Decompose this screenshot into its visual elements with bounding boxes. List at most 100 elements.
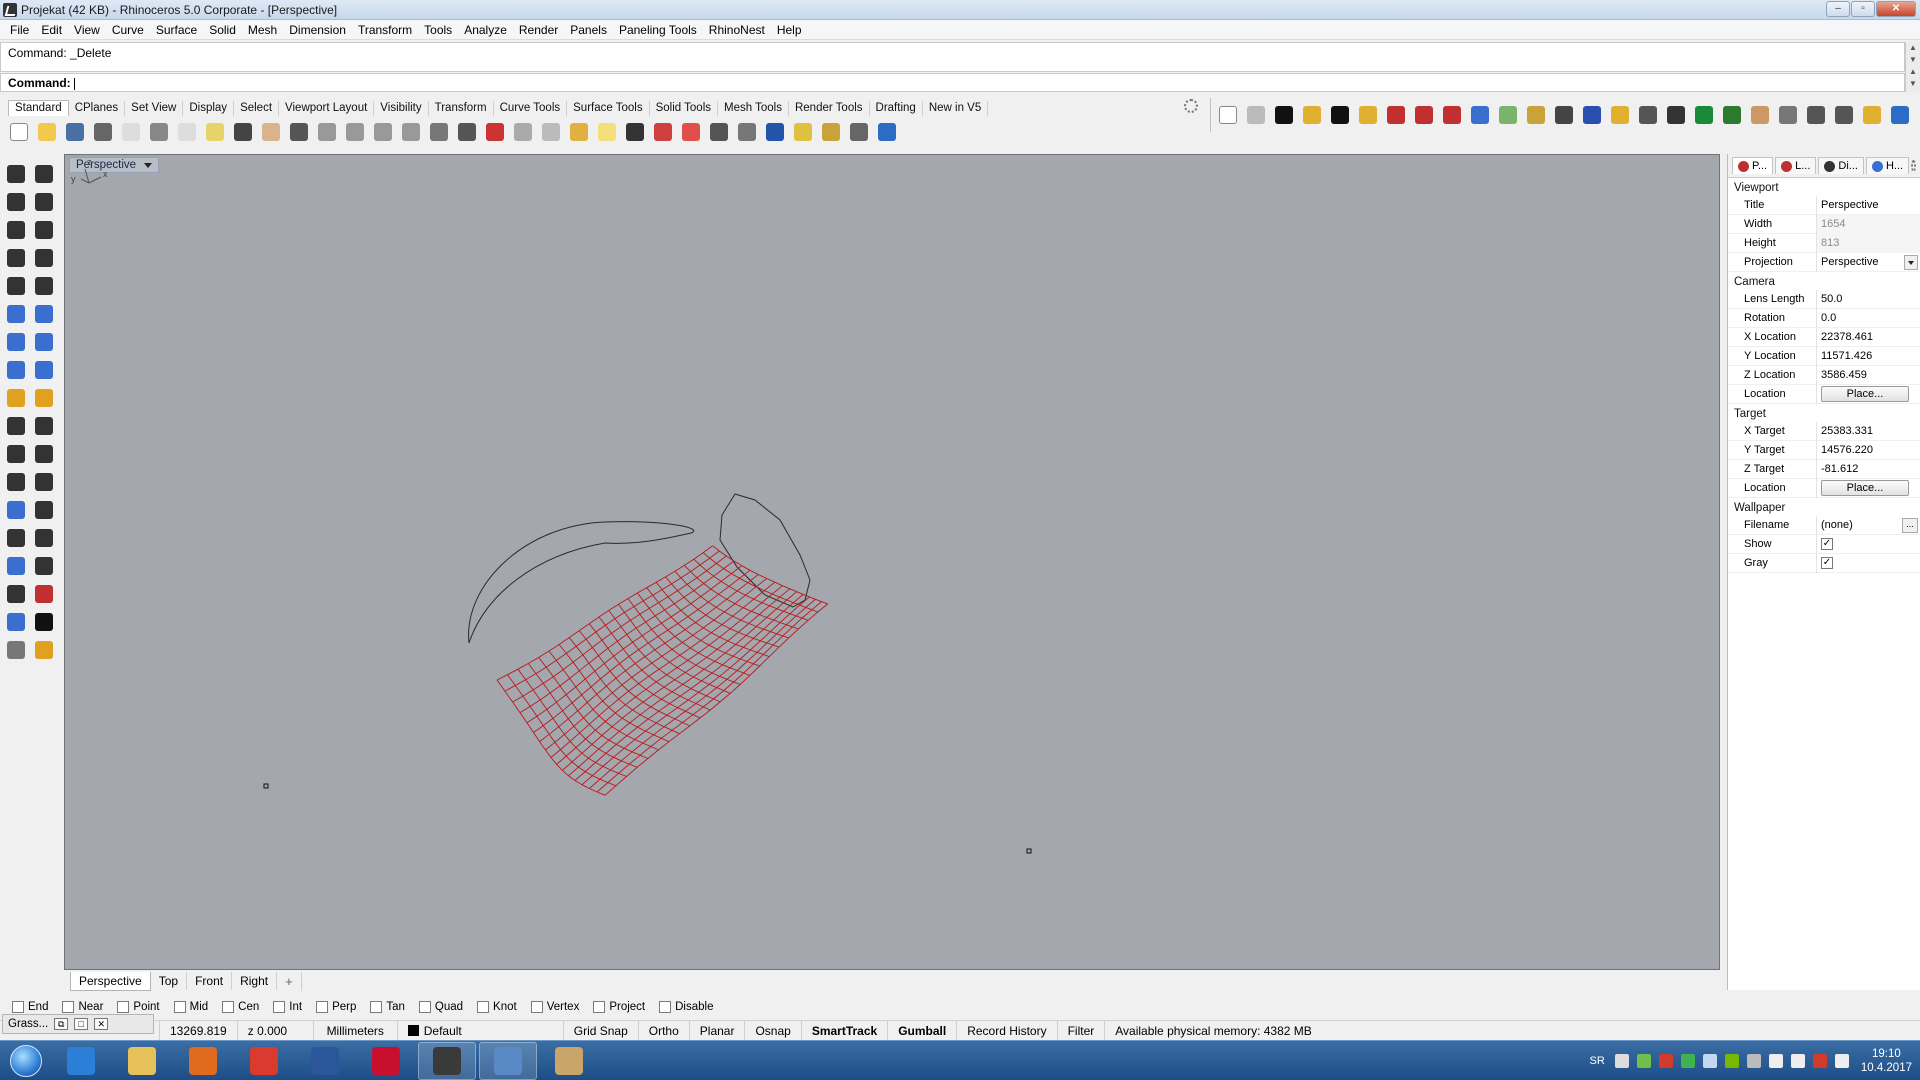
menu-help[interactable]: Help (771, 23, 808, 37)
osnap-vertex[interactable]: Vertex (530, 1001, 579, 1013)
panel-tab-4[interactable]: H... (1865, 157, 1910, 174)
projection-dropdown-icon[interactable] (1904, 254, 1918, 270)
print-button[interactable] (90, 119, 116, 145)
prop-value-lens-length[interactable]: 50.0 (1816, 289, 1920, 309)
move-button[interactable] (30, 468, 58, 496)
prop-value-location[interactable]: Place... (1816, 478, 1920, 498)
rhino-app-icon[interactable] (3, 2, 17, 17)
osnap-tan[interactable]: Tan (370, 1001, 405, 1013)
prop-value-show[interactable]: ✓ (1816, 534, 1920, 554)
pan-button[interactable] (258, 119, 284, 145)
flag-tray-icon[interactable] (1790, 1054, 1805, 1068)
volume-tray-icon[interactable] (1834, 1054, 1849, 1068)
zoom-extents-button[interactable] (370, 119, 396, 145)
osnap-disable-checkbox[interactable] (659, 1001, 672, 1013)
prop-value-x-target[interactable]: 25383.331 (1816, 421, 1920, 441)
osnap-knot-checkbox[interactable] (477, 1001, 490, 1013)
osnap-near[interactable]: Near (62, 1001, 103, 1013)
units-pane[interactable]: Millimeters (314, 1020, 398, 1041)
model-geometry[interactable] (65, 155, 1720, 970)
hpgl-export-button[interactable] (1831, 101, 1856, 129)
fillet-curve-button[interactable] (30, 272, 58, 300)
render-sphere-button[interactable] (734, 119, 760, 145)
menu-edit[interactable]: Edit (35, 23, 68, 37)
menu-surface[interactable]: Surface (150, 23, 203, 37)
filter-button[interactable] (790, 119, 816, 145)
osnap-point[interactable]: Point (117, 1001, 160, 1013)
osnap-tan-checkbox[interactable] (370, 1001, 383, 1013)
menu-mesh[interactable]: Mesh (242, 23, 283, 37)
menu-paneling-tools[interactable]: Paneling Tools (613, 23, 703, 37)
help-button[interactable] (874, 119, 900, 145)
point-button[interactable] (30, 160, 58, 188)
network-tray-icon[interactable] (1636, 1054, 1651, 1068)
rhinonest-16-button[interactable] (1691, 101, 1716, 129)
close-icon[interactable]: ✕ (94, 1018, 109, 1030)
prop-value-y-target[interactable]: 14576.220 (1816, 440, 1920, 460)
prop-value-y-location[interactable]: 11571.426 (1816, 346, 1920, 366)
tab-viewport-layout[interactable]: Viewport Layout (279, 101, 375, 116)
cylinder-button[interactable] (2, 356, 30, 384)
browse-button[interactable]: ... (1902, 517, 1918, 533)
tab-surface-tools[interactable]: Surface Tools (567, 101, 650, 116)
update-tray-icon[interactable] (1768, 1054, 1783, 1068)
options-gear-button[interactable] (818, 119, 844, 145)
panel-options-gear-icon[interactable] (1911, 159, 1916, 172)
perspective-viewport[interactable]: Perspective y z x (64, 154, 1720, 970)
trim-button[interactable] (2, 412, 30, 440)
tab-transform[interactable]: Transform (429, 101, 494, 116)
rhinonest-19-button[interactable] (1775, 101, 1800, 129)
split-button[interactable] (30, 384, 58, 412)
osnap-cen[interactable]: Cen (222, 1001, 259, 1013)
menu-tools[interactable]: Tools (418, 23, 458, 37)
chrome-taskbar-button[interactable] (235, 1042, 293, 1080)
undo-button[interactable] (230, 119, 256, 145)
tab-standard[interactable]: Standard (8, 100, 69, 116)
menu-transform[interactable]: Transform (352, 23, 418, 37)
surface-edge-button[interactable] (30, 300, 58, 328)
plane-button[interactable] (510, 119, 536, 145)
menu-render[interactable]: Render (513, 23, 564, 37)
toolbar-options-gear-icon[interactable] (1184, 99, 1198, 113)
viewport-tab-top[interactable]: Top (151, 972, 188, 990)
red-mesh-surface[interactable] (496, 545, 828, 796)
shade-button[interactable] (706, 119, 732, 145)
ortho-toggle[interactable]: Ortho (639, 1020, 690, 1041)
array-button[interactable] (2, 524, 30, 552)
points-button[interactable] (566, 119, 592, 145)
copy-button[interactable] (174, 119, 200, 145)
mesh-button[interactable] (2, 552, 30, 580)
clock[interactable]: 19:10 10.4.2017 (1861, 1047, 1912, 1075)
osnap-point-checkbox[interactable] (117, 1001, 130, 1013)
tab-mesh-tools[interactable]: Mesh Tools (718, 101, 789, 116)
rhino-taskbar-button[interactable] (418, 1041, 476, 1080)
tab-new-in-v5[interactable]: New in V5 (923, 101, 989, 116)
osnap-disable[interactable]: Disable (659, 1001, 713, 1013)
keyboard-tray-icon[interactable] (1614, 1054, 1629, 1068)
render-left-button[interactable] (2, 636, 30, 664)
start-button[interactable] (0, 1041, 52, 1080)
osnap-knot[interactable]: Knot (477, 1001, 517, 1013)
command-scrollbar[interactable]: ▲ ▼ ▲ ▼ (1905, 42, 1920, 92)
nest-button[interactable] (1215, 101, 1240, 129)
box-button[interactable] (2, 328, 30, 356)
layer-button[interactable] (650, 119, 676, 145)
curve-cv-button[interactable] (30, 188, 58, 216)
osnap-end[interactable]: End (12, 1001, 48, 1013)
nvidia-tray-icon[interactable] (1724, 1054, 1739, 1068)
osnap-quad-checkbox[interactable] (418, 1001, 431, 1013)
panel-tab-3[interactable]: Di... (1818, 157, 1864, 174)
antivirus-tray-icon[interactable] (1812, 1054, 1827, 1068)
rhinonest-12-button[interactable] (1579, 101, 1604, 129)
filter-toggle[interactable]: Filter (1058, 1020, 1106, 1041)
rhinonest-2-button[interactable] (1299, 101, 1324, 129)
maximize-icon[interactable]: □ (74, 1018, 89, 1030)
command-line[interactable]: Command: (0, 73, 1905, 92)
explode-button[interactable] (2, 384, 30, 412)
viewport-tab-front[interactable]: Front (187, 972, 233, 990)
rhinonest-5-button[interactable] (1383, 101, 1408, 129)
place-button[interactable]: Place... (1821, 480, 1909, 496)
layer-pane[interactable]: Default (398, 1020, 564, 1041)
maximize-button[interactable]: ▫ (1851, 1, 1875, 17)
osnap-cen-checkbox[interactable] (222, 1001, 235, 1013)
